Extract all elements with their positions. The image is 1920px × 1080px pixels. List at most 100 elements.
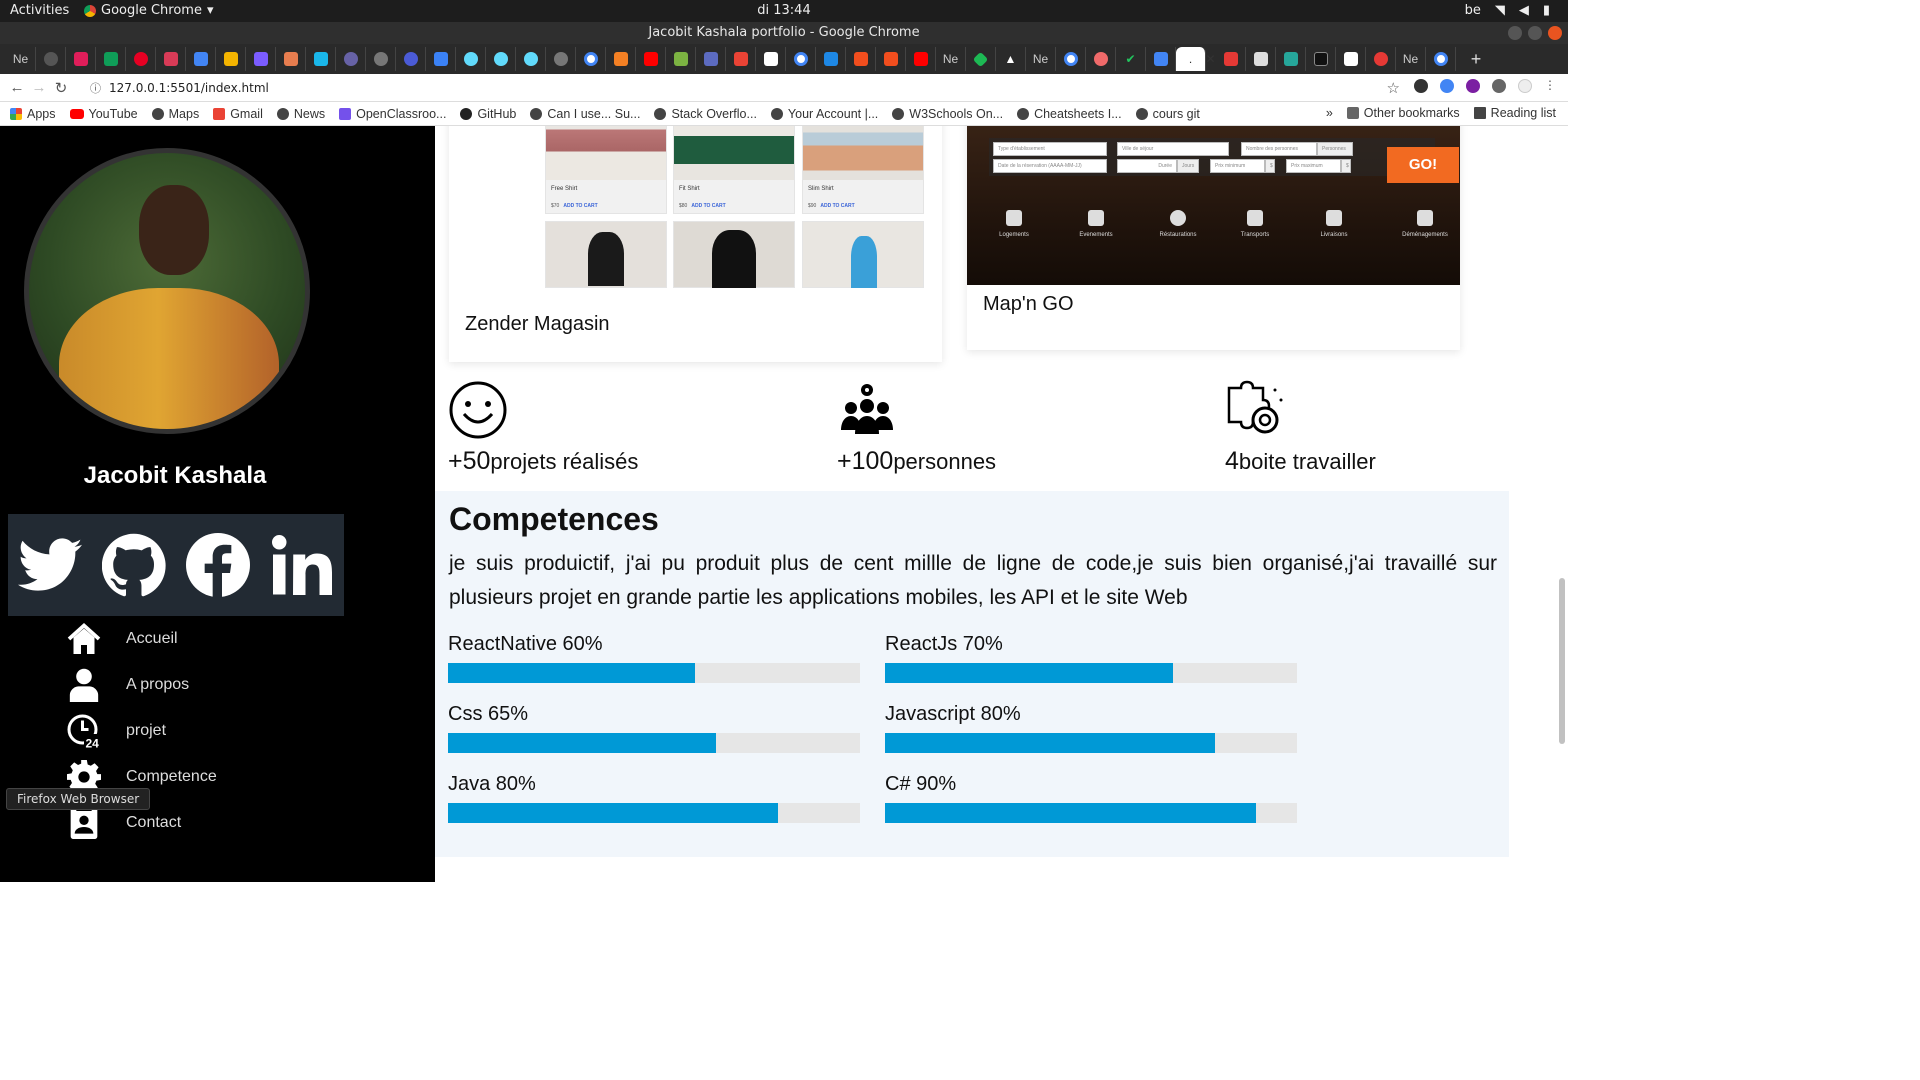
tab[interactable] (576, 47, 606, 71)
tab[interactable]: ✔ (1116, 47, 1146, 71)
tab[interactable] (156, 47, 186, 71)
tab[interactable] (396, 47, 426, 71)
tab[interactable] (126, 47, 156, 71)
tab-close-icon[interactable]: ✕ (1205, 52, 1215, 66)
tab[interactable] (726, 47, 756, 71)
star-icon[interactable]: ☆ (1387, 79, 1400, 97)
url-text[interactable]: 127.0.0.1:5501/index.html (109, 81, 269, 95)
reload-icon[interactable]: ↻ (50, 79, 72, 97)
minimize-icon[interactable] (1508, 26, 1522, 40)
tab[interactable] (1336, 47, 1366, 71)
bookmark-cheatsheets[interactable]: Cheatsheets I... (1017, 107, 1122, 121)
tab[interactable] (966, 47, 996, 71)
bookmark-gmail[interactable]: Gmail (213, 107, 263, 121)
tab[interactable] (876, 47, 906, 71)
tab[interactable] (426, 47, 456, 71)
tab[interactable] (1146, 47, 1176, 71)
profile-n-icon[interactable] (1466, 79, 1480, 93)
tab[interactable] (1246, 47, 1276, 71)
keyboard-layout[interactable]: be (1465, 3, 1481, 18)
tab[interactable] (276, 47, 306, 71)
tab[interactable] (336, 47, 366, 71)
bookmark-stackoverflow[interactable]: Stack Overflo... (654, 107, 757, 121)
tab-active[interactable]: . ✕ (1176, 47, 1216, 71)
bookmarks-overflow-button[interactable]: » (1326, 106, 1333, 120)
tab[interactable] (546, 47, 576, 71)
tab[interactable] (96, 47, 126, 71)
tab[interactable] (1216, 47, 1246, 71)
linkedin-icon[interactable] (268, 531, 336, 599)
tab[interactable] (246, 47, 276, 71)
back-arrow-icon[interactable]: ← (6, 79, 28, 96)
github-icon[interactable] (100, 531, 168, 599)
project-screenshot-shop: Free Shirt $70 ADD TO CART Fit Shirt $80 A… (545, 126, 925, 288)
tab[interactable]: Ne (6, 47, 36, 71)
bookmark-news[interactable]: News (276, 107, 325, 121)
bookmark-youtube[interactable]: YouTube (69, 107, 138, 121)
tab[interactable] (636, 47, 666, 71)
tab[interactable] (606, 47, 636, 71)
reading-list[interactable]: Reading list (1473, 106, 1556, 120)
tab[interactable] (516, 47, 546, 71)
scrollbar-thumb[interactable] (1559, 578, 1565, 744)
puzzle-icon[interactable] (1492, 79, 1506, 93)
facebook-icon[interactable] (184, 531, 252, 599)
nav-item-a-propos[interactable]: A propos (66, 662, 217, 708)
tab[interactable] (186, 47, 216, 71)
tab[interactable] (846, 47, 876, 71)
tab[interactable] (456, 47, 486, 71)
tab[interactable]: ▲ (996, 47, 1026, 71)
wifi-icon[interactable]: ◥ (1495, 3, 1505, 18)
tab[interactable] (216, 47, 246, 71)
forward-arrow-icon[interactable]: → (28, 79, 50, 96)
tab[interactable] (1276, 47, 1306, 71)
volume-icon[interactable]: ◀ (1519, 3, 1529, 18)
maximize-icon[interactable] (1528, 26, 1542, 40)
close-icon[interactable] (1548, 26, 1562, 40)
tab[interactable] (1086, 47, 1116, 71)
tab[interactable] (306, 47, 336, 71)
project-card[interactable]: Free Shirt $70 ADD TO CART Fit Shirt $80 A… (449, 126, 942, 362)
bookmark-caniuse[interactable]: Can I use... Su... (530, 107, 640, 121)
nav-item-projet[interactable]: 24 projet (66, 708, 217, 754)
bookmark-apps[interactable]: Apps (10, 107, 56, 121)
kebab-menu-icon[interactable]: ⋮ (1544, 79, 1558, 93)
tab[interactable] (1306, 47, 1336, 71)
folder-icon (1346, 107, 1359, 119)
clock[interactable]: di 13:44 (0, 3, 1568, 18)
tab[interactable] (696, 47, 726, 71)
tab[interactable] (366, 47, 396, 71)
extension-icon[interactable] (1414, 79, 1428, 93)
project-card[interactable]: Type d'établissement Ville de séjour Nom… (967, 126, 1460, 350)
battery-icon[interactable]: ▮ (1543, 3, 1550, 18)
tab[interactable] (1426, 47, 1456, 71)
address-bar[interactable]: ⓘ 127.0.0.1:5501/index.html ☆ (90, 77, 1400, 99)
tab[interactable] (666, 47, 696, 71)
twitter-icon[interactable] (16, 531, 84, 599)
tab[interactable] (1366, 47, 1396, 71)
nav-item-accueil[interactable]: Accueil (66, 616, 217, 662)
other-bookmarks[interactable]: Other bookmarks (1346, 106, 1460, 120)
tab[interactable]: Ne (1396, 47, 1426, 71)
tab[interactable] (486, 47, 516, 71)
new-tab-button[interactable]: + (1456, 49, 1496, 70)
bookmark-openclassrooms[interactable]: OpenClassroo... (339, 107, 446, 121)
tab[interactable] (756, 47, 786, 71)
bookmark-cours-git[interactable]: cours git (1135, 107, 1200, 121)
translate-icon[interactable] (1440, 79, 1454, 93)
tab[interactable] (906, 47, 936, 71)
avatar-icon[interactable] (1518, 79, 1532, 93)
tab[interactable]: Ne (936, 47, 966, 71)
tab[interactable] (66, 47, 96, 71)
page-scrollbar[interactable] (1556, 126, 1568, 882)
tab[interactable] (1056, 47, 1086, 71)
tab[interactable] (816, 47, 846, 71)
bookmark-your-account[interactable]: Your Account |... (770, 107, 878, 121)
bookmark-github[interactable]: GitHub (460, 107, 516, 121)
tab[interactable]: Ne (1026, 47, 1056, 71)
bookmark-maps[interactable]: Maps (151, 107, 199, 121)
info-icon[interactable]: ⓘ (90, 80, 101, 96)
tab[interactable] (786, 47, 816, 71)
tab[interactable] (36, 47, 66, 71)
bookmark-w3schools[interactable]: W3Schools On... (892, 107, 1003, 121)
